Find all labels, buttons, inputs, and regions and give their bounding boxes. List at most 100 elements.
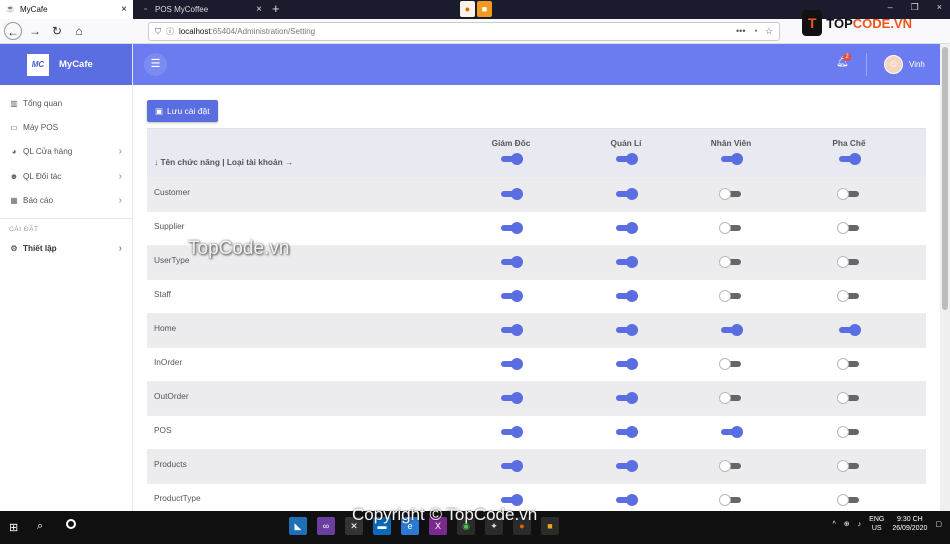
- permission-toggle-director[interactable]: [501, 256, 523, 268]
- coffee-favicon-icon: ☕: [6, 6, 15, 13]
- close-tab-icon[interactable]: ×: [256, 4, 262, 15]
- permission-toggle-director[interactable]: [501, 222, 523, 234]
- toggle-all-director[interactable]: [501, 153, 523, 165]
- sidebar-brand[interactable]: MC MyCafe: [0, 44, 132, 85]
- permission-toggle-manager[interactable]: [616, 426, 638, 438]
- sidebar-item-stores[interactable]: ◕ QL Cửa hàng ›: [0, 140, 132, 164]
- bookmark-star-icon[interactable]: ☆: [765, 26, 773, 37]
- network-icon[interactable]: ⊕: [844, 520, 850, 528]
- task-view-icon[interactable]: [66, 519, 76, 529]
- permission-toggle-barista[interactable]: [837, 460, 859, 472]
- permission-toggle-barista[interactable]: [837, 426, 859, 438]
- sidebar-item-overview[interactable]: ▥ Tổng quan: [0, 91, 132, 115]
- permission-toggle-staff[interactable]: [719, 290, 741, 302]
- sidebar-item-settings[interactable]: ⚙ Thiết lập ›: [0, 236, 132, 260]
- new-tab-icon[interactable]: +: [272, 1, 280, 16]
- toggle-all-barista[interactable]: [839, 153, 861, 165]
- camera-taskbar-icon[interactable]: ■: [541, 517, 559, 535]
- permission-toggle-director[interactable]: [501, 426, 523, 438]
- tab-mycafe[interactable]: ☕ MyCafe ×: [0, 0, 133, 19]
- windows-start-icon[interactable]: ⊞: [9, 521, 18, 534]
- permission-toggle-manager[interactable]: [616, 358, 638, 370]
- visual-studio-icon[interactable]: ∞: [317, 517, 335, 535]
- save-settings-button[interactable]: ▣ Lưu cài đặt: [147, 100, 218, 122]
- permission-toggle-staff[interactable]: [721, 426, 743, 438]
- forward-icon[interactable]: →: [26, 22, 44, 40]
- firefox-icon[interactable]: ●: [460, 1, 475, 17]
- permissions-table: ↓ Tên chức năng | Loại tài khoản → Giám …: [147, 128, 926, 511]
- permission-toggle-barista[interactable]: [837, 256, 859, 268]
- permission-toggle-manager[interactable]: [616, 324, 638, 336]
- sidebar-item-pos[interactable]: ▭ Máy POS: [0, 115, 132, 139]
- sidebar-item-label: QL Đối tác: [23, 171, 62, 181]
- reload-icon[interactable]: ↻: [48, 22, 66, 40]
- permission-toggle-manager[interactable]: [616, 392, 638, 404]
- close-window-icon[interactable]: ×: [937, 2, 942, 13]
- permission-toggle-director[interactable]: [501, 392, 523, 404]
- more-actions-icon[interactable]: •••: [736, 26, 745, 37]
- vscode-icon[interactable]: ◣: [289, 517, 307, 535]
- permission-toggle-barista[interactable]: [837, 494, 859, 506]
- sidebar-divider: [0, 217, 132, 219]
- monitor-icon: ▭: [10, 123, 18, 133]
- pocket-icon[interactable]: ◔: [752, 26, 757, 37]
- permission-toggle-staff[interactable]: [719, 222, 741, 234]
- sidebar-item-reports[interactable]: ▦ Báo cáo ›: [0, 189, 132, 213]
- permission-toggle-staff[interactable]: [719, 256, 741, 268]
- url-host: localhost: [179, 27, 211, 36]
- notification-bell-icon[interactable]: 🔔︎ 2: [836, 53, 851, 68]
- page-scrollbar[interactable]: [940, 44, 950, 511]
- permission-toggle-director[interactable]: [501, 290, 523, 302]
- language-indicator[interactable]: ENG US: [869, 515, 884, 533]
- url-bar[interactable]: ⛉ ⓘ localhost:65404/Administration/Setti…: [148, 22, 780, 41]
- permission-toggle-barista[interactable]: [837, 290, 859, 302]
- function-name: OutOrder: [154, 391, 189, 401]
- permission-toggle-manager[interactable]: [616, 188, 638, 200]
- home-icon[interactable]: ⌂: [70, 22, 88, 40]
- toggle-all-manager[interactable]: [616, 153, 638, 165]
- permission-toggle-barista[interactable]: [837, 358, 859, 370]
- notifications-icon[interactable]: ▢: [935, 520, 942, 528]
- tray-chevron-icon[interactable]: ^: [832, 521, 835, 528]
- search-icon[interactable]: ⌕: [37, 520, 43, 533]
- pinned-apps: ● ■: [460, 1, 492, 17]
- permission-toggle-director[interactable]: [501, 358, 523, 370]
- table-row: Products: [147, 449, 926, 483]
- clock[interactable]: 9:30 CH 26/09/2020: [892, 515, 927, 533]
- permission-toggle-staff[interactable]: [721, 324, 743, 336]
- permission-toggle-director[interactable]: [501, 494, 523, 506]
- user-menu[interactable]: ☺ Vinh: [884, 55, 925, 74]
- shield-icon[interactable]: ⛉: [155, 27, 161, 37]
- tab-pos-mycoffee[interactable]: ▫ POS MyCoffee ×: [135, 0, 268, 19]
- permission-toggle-director[interactable]: [501, 188, 523, 200]
- camera-icon[interactable]: ■: [477, 1, 492, 17]
- sidebar-item-partners[interactable]: ☻ QL Đối tác ›: [0, 164, 132, 188]
- permission-toggle-manager[interactable]: [616, 494, 638, 506]
- function-name: Home: [154, 323, 177, 333]
- url-text[interactable]: localhost:65404/Administration/Setting: [179, 27, 736, 36]
- permission-toggle-staff[interactable]: [719, 392, 741, 404]
- permission-toggle-barista[interactable]: [837, 222, 859, 234]
- permission-toggle-manager[interactable]: [616, 460, 638, 472]
- back-icon[interactable]: ←: [4, 22, 22, 40]
- function-name: InOrder: [154, 357, 183, 367]
- permission-toggle-manager[interactable]: [616, 222, 638, 234]
- permission-toggle-staff[interactable]: [719, 188, 741, 200]
- permission-toggle-barista[interactable]: [839, 324, 861, 336]
- page-info-icon[interactable]: ⓘ: [166, 26, 174, 37]
- toggle-all-staff[interactable]: [721, 153, 743, 165]
- permission-toggle-manager[interactable]: [616, 290, 638, 302]
- permission-toggle-staff[interactable]: [719, 460, 741, 472]
- permission-toggle-manager[interactable]: [616, 256, 638, 268]
- volume-icon[interactable]: ♪: [858, 521, 862, 528]
- menu-toggle-icon[interactable]: ☰: [144, 53, 167, 76]
- close-tab-icon[interactable]: ×: [121, 4, 127, 15]
- permission-toggle-director[interactable]: [501, 324, 523, 336]
- permission-toggle-director[interactable]: [501, 460, 523, 472]
- permission-toggle-staff[interactable]: [719, 494, 741, 506]
- scrollbar-thumb[interactable]: [942, 47, 948, 310]
- permission-toggle-staff[interactable]: [719, 358, 741, 370]
- logo-text-1: TOP: [826, 15, 853, 31]
- permission-toggle-barista[interactable]: [837, 392, 859, 404]
- permission-toggle-barista[interactable]: [837, 188, 859, 200]
